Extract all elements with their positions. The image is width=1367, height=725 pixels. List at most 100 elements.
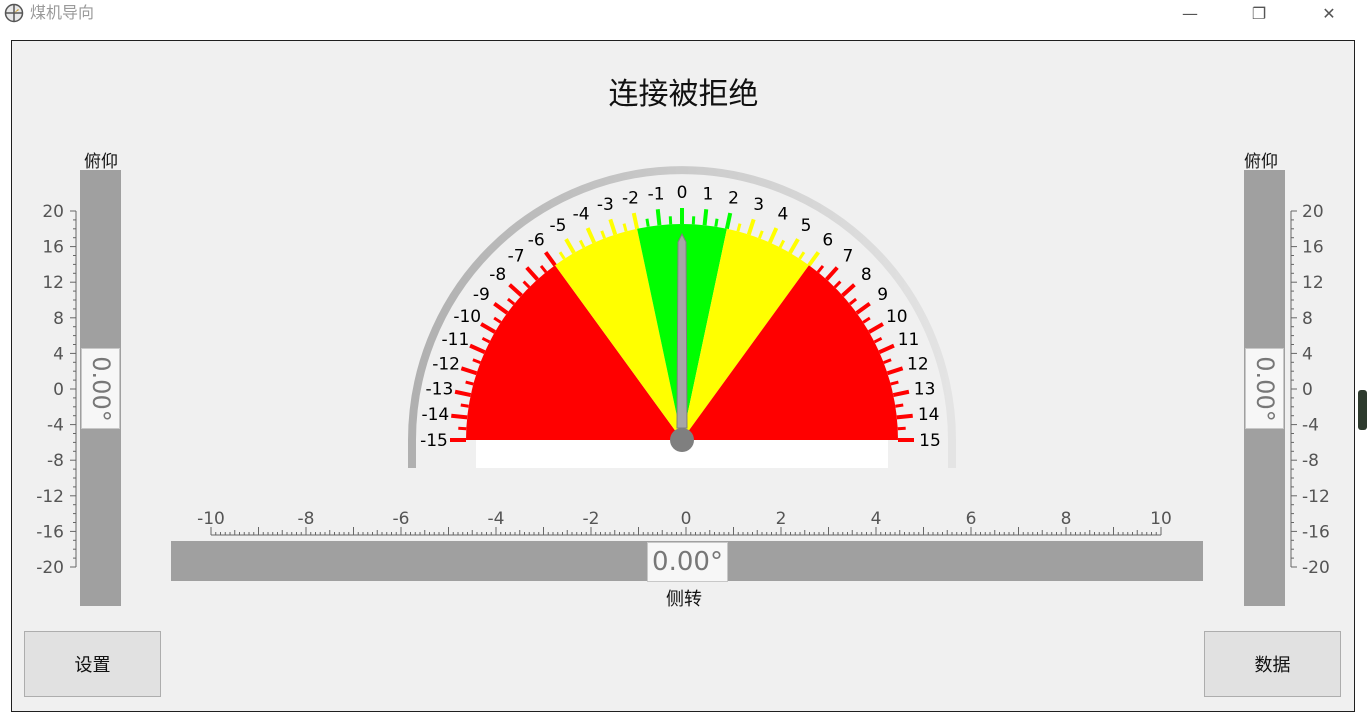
scale-tick-label: 0 xyxy=(681,509,692,529)
settings-button[interactable]: 设置 xyxy=(24,631,161,697)
gauge-tick xyxy=(622,223,628,232)
pitch-left-scale: 20 16 12 8 4 0 -4 -8 -12 -16 -20 xyxy=(36,202,77,578)
gauge-tick-label: -12 xyxy=(432,354,460,374)
scale-tick-label: -20 xyxy=(36,558,64,578)
gauge-tick-label: 5 xyxy=(801,216,812,236)
gauge-tick xyxy=(833,280,842,289)
gauge-tick xyxy=(493,302,509,315)
close-button[interactable]: ✕ xyxy=(1307,0,1351,27)
scale-tick-label: -8 xyxy=(298,509,315,529)
window-titlebar: 煤机导向 — ❐ ✕ xyxy=(0,0,1367,27)
gauge-tick-label: -10 xyxy=(453,307,481,327)
scale-tick-label: 2 xyxy=(776,509,787,529)
gauge-tick xyxy=(848,297,858,306)
pitch-right-value: 0.00° xyxy=(1250,355,1279,422)
pitch-right-label: 俯仰 xyxy=(1244,152,1278,172)
gauge-tick xyxy=(758,230,764,239)
data-button[interactable]: 数据 xyxy=(1204,631,1341,697)
gauge-tick-label: 3 xyxy=(753,195,764,215)
scale-tick-label: 8 xyxy=(1302,309,1313,329)
gauge-tick-label: 2 xyxy=(728,188,739,208)
gauge-pivot xyxy=(670,428,694,452)
gauge-tick xyxy=(798,251,806,260)
pitch-left-value: 0.00° xyxy=(86,355,115,422)
gauge-tick xyxy=(736,223,742,232)
gauge-tick xyxy=(539,264,548,274)
scale-tick-label: -10 xyxy=(197,509,225,529)
gauge-tick-label: 9 xyxy=(877,285,888,305)
gauge-tick xyxy=(896,413,913,420)
minimize-button[interactable]: — xyxy=(1168,0,1212,27)
gauge-tick xyxy=(558,251,566,260)
scale-tick-label: 6 xyxy=(966,509,977,529)
scale-tick-label: 0 xyxy=(53,380,64,400)
scale-tick-label: -4 xyxy=(488,509,505,529)
gauge-tick xyxy=(816,264,825,274)
gauge-tick xyxy=(855,302,871,315)
gauge-tick-label: -7 xyxy=(508,247,525,267)
gauge-tick xyxy=(655,209,662,226)
gauge-tick xyxy=(768,227,779,244)
gauge-tick xyxy=(460,403,469,408)
scale-tick-label: -12 xyxy=(36,487,64,507)
gauge-tick xyxy=(890,380,899,386)
scale-tick-label: -8 xyxy=(47,451,64,471)
scale-tick-label: 4 xyxy=(871,509,882,529)
scale-tick-label: 20 xyxy=(42,202,64,222)
gauge-tick xyxy=(724,212,733,230)
gauge-tick-label: 4 xyxy=(777,204,788,224)
scale-tick-label: -16 xyxy=(1302,522,1330,542)
gauge-tick xyxy=(481,336,491,344)
tilt-gauge: -15-14-13-12-11-10-9-8-7-6-5-4 -3 -2 -1 0 1 2 3… xyxy=(408,166,956,468)
gauge-tick xyxy=(508,283,523,297)
gauge-tick-label: -14 xyxy=(421,405,449,425)
gauge-tick xyxy=(878,343,895,354)
gauge-tick-label: 14 xyxy=(918,405,940,425)
scale-tick-label: -20 xyxy=(1302,558,1330,578)
gauge-tick xyxy=(892,389,910,398)
gauge-tick xyxy=(714,218,719,227)
gauge-tick-label: 11 xyxy=(898,330,920,350)
gauge-tick-label: 1 xyxy=(703,184,714,204)
restore-button[interactable]: ❐ xyxy=(1237,0,1281,27)
pitch-left-readout: 0.00° xyxy=(81,348,120,429)
gauge-tick xyxy=(465,380,474,386)
gauge-tick xyxy=(469,343,486,354)
gauge-tick-label: -2 xyxy=(622,188,639,208)
gauge-tick-label: 8 xyxy=(861,265,872,285)
edge-handle xyxy=(1358,390,1367,430)
scale-tick-label: -4 xyxy=(1302,416,1319,436)
gauge-tick-label: -11 xyxy=(442,330,470,350)
scale-tick-label: -12 xyxy=(1302,487,1330,507)
gauge-tick xyxy=(525,266,539,281)
gauge-tick-label: -3 xyxy=(597,195,614,215)
scale-tick-label: -16 xyxy=(36,522,64,542)
gauge-tick xyxy=(862,316,871,324)
scale-tick-label: 12 xyxy=(1302,273,1324,293)
gauge-tick xyxy=(472,358,481,364)
gauge-tick xyxy=(841,283,856,297)
gauge-tick xyxy=(451,413,468,420)
gauge-tick-label: 7 xyxy=(843,247,854,267)
scale-tick-label: 20 xyxy=(1302,202,1324,222)
gauge-tick xyxy=(506,297,516,306)
gauge-tick xyxy=(564,238,576,254)
window-title: 煤机导向 xyxy=(30,3,95,22)
scale-tick-label: -4 xyxy=(47,416,64,436)
scale-tick-label: 4 xyxy=(53,344,64,364)
scale-tick-label: 8 xyxy=(53,309,64,329)
gauge-tick-label: 10 xyxy=(886,307,908,327)
scale-tick-label: 8 xyxy=(1061,509,1072,529)
gauge-tick xyxy=(493,316,502,324)
pitch-right-scale: 20 16 12 8 4 0 -4 -8 -12 -16 -20 xyxy=(1290,202,1330,578)
scale-tick-label: 4 xyxy=(1302,344,1313,364)
gauge-tick xyxy=(544,251,557,267)
gauge-tick xyxy=(578,239,586,249)
gauge-tick xyxy=(886,366,904,376)
gauge-tick-label: -6 xyxy=(528,230,545,250)
gauge-tick xyxy=(645,218,650,227)
gauge-tick xyxy=(454,389,472,398)
scale-tick-label: 16 xyxy=(1302,238,1324,258)
gauge-tick xyxy=(600,230,606,239)
gauge-tick-label: -15 xyxy=(420,431,448,451)
